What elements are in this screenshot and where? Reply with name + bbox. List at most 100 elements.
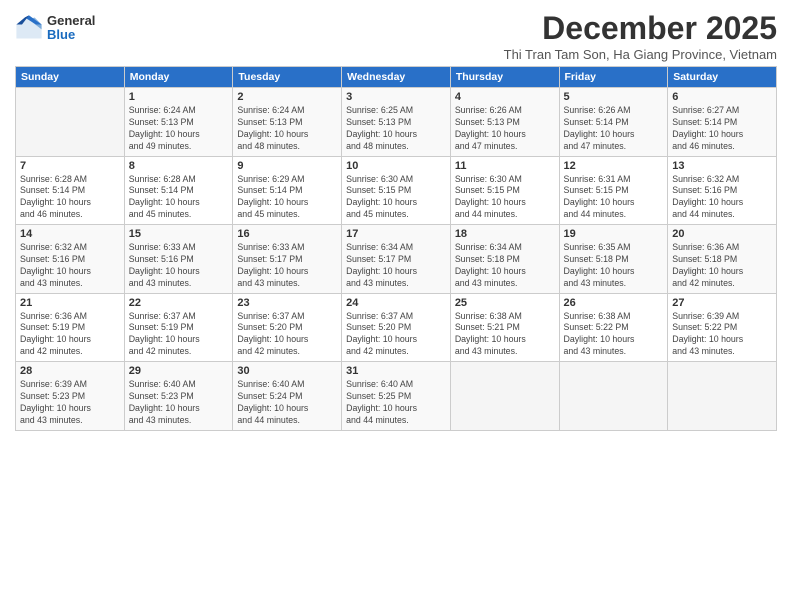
day-number: 10 — [346, 160, 446, 172]
calendar-cell: 4 Sunrise: 6:26 AMSunset: 5:13 PMDaylight… — [450, 88, 559, 157]
calendar-cell: 14 Sunrise: 6:32 AMSunset: 5:16 PMDayligh… — [16, 225, 125, 294]
calendar-header-tuesday: Tuesday — [233, 67, 342, 88]
day-info: Sunrise: 6:27 AMSunset: 5:14 PMDaylight:… — [672, 105, 772, 153]
day-info: Sunrise: 6:36 AMSunset: 5:18 PMDaylight:… — [672, 242, 772, 290]
logo-icon — [15, 14, 43, 42]
day-number: 23 — [237, 297, 337, 309]
day-number: 6 — [672, 91, 772, 103]
month-title: December 2025 — [504, 10, 777, 47]
calendar-cell: 12Sunrise: 6:31 AMSunset: 5:15 PMDayligh… — [559, 156, 668, 225]
calendar-cell: 22 Sunrise: 6:37 AMSunset: 5:19 PMDayligh… — [124, 293, 233, 362]
calendar-header-wednesday: Wednesday — [342, 67, 451, 88]
calendar-cell: 23 Sunrise: 6:37 AMSunset: 5:20 PMDayligh… — [233, 293, 342, 362]
day-number: 18 — [455, 228, 555, 240]
day-info: Sunrise: 6:33 AMSunset: 5:17 PMDaylight:… — [237, 242, 337, 290]
day-number: 26 — [564, 297, 664, 309]
calendar-cell: 20 Sunrise: 6:36 AMSunset: 5:18 PMDayligh… — [668, 225, 777, 294]
day-info: Sunrise: 6:40 AMSunset: 5:25 PMDaylight:… — [346, 379, 446, 427]
calendar-week-row: 7 Sunrise: 6:28 AMSunset: 5:14 PMDaylight… — [16, 156, 777, 225]
day-number: 29 — [129, 365, 229, 377]
day-number: 17 — [346, 228, 446, 240]
calendar-cell — [450, 362, 559, 431]
day-info: Sunrise: 6:30 AMSunset: 5:15 PMDaylight:… — [455, 174, 555, 222]
day-info: Sunrise: 6:31 AMSunset: 5:15 PMDaylight:… — [564, 174, 664, 222]
calendar-cell: 5Sunrise: 6:26 AMSunset: 5:14 PMDaylight… — [559, 88, 668, 157]
calendar-cell: 13Sunrise: 6:32 AMSunset: 5:16 PMDayligh… — [668, 156, 777, 225]
calendar-cell: 1 Sunrise: 6:24 AMSunset: 5:13 PMDaylight… — [124, 88, 233, 157]
day-number: 24 — [346, 297, 446, 309]
day-number: 1 — [129, 91, 229, 103]
calendar-cell: 16 Sunrise: 6:33 AMSunset: 5:17 PMDayligh… — [233, 225, 342, 294]
calendar-cell: 29 Sunrise: 6:40 AMSunset: 5:23 PMDayligh… — [124, 362, 233, 431]
calendar-header-sunday: Sunday — [16, 67, 125, 88]
calendar-header-friday: Friday — [559, 67, 668, 88]
day-info: Sunrise: 6:37 AMSunset: 5:20 PMDaylight:… — [237, 311, 337, 359]
day-number: 11 — [455, 160, 555, 172]
calendar-cell: 7 Sunrise: 6:28 AMSunset: 5:14 PMDaylight… — [16, 156, 125, 225]
logo-general: General — [47, 14, 95, 28]
calendar-table: SundayMondayTuesdayWednesdayThursdayFrid… — [15, 66, 777, 431]
day-info: Sunrise: 6:37 AMSunset: 5:19 PMDaylight:… — [129, 311, 229, 359]
calendar-cell: 18 Sunrise: 6:34 AMSunset: 5:18 PMDayligh… — [450, 225, 559, 294]
day-info: Sunrise: 6:26 AMSunset: 5:13 PMDaylight:… — [455, 105, 555, 153]
day-number: 30 — [237, 365, 337, 377]
calendar-week-row: 1 Sunrise: 6:24 AMSunset: 5:13 PMDaylight… — [16, 88, 777, 157]
day-number: 25 — [455, 297, 555, 309]
day-info: Sunrise: 6:40 AMSunset: 5:24 PMDaylight:… — [237, 379, 337, 427]
day-info: Sunrise: 6:28 AMSunset: 5:14 PMDaylight:… — [20, 174, 120, 222]
calendar-cell: 17 Sunrise: 6:34 AMSunset: 5:17 PMDayligh… — [342, 225, 451, 294]
day-number: 5 — [564, 91, 664, 103]
day-number: 20 — [672, 228, 772, 240]
day-info: Sunrise: 6:30 AMSunset: 5:15 PMDaylight:… — [346, 174, 446, 222]
day-number: 4 — [455, 91, 555, 103]
subtitle: Thi Tran Tam Son, Ha Giang Province, Vie… — [504, 47, 777, 62]
day-number: 7 — [20, 160, 120, 172]
day-info: Sunrise: 6:38 AMSunset: 5:22 PMDaylight:… — [564, 311, 664, 359]
day-info: Sunrise: 6:24 AMSunset: 5:13 PMDaylight:… — [129, 105, 229, 153]
title-section: December 2025 Thi Tran Tam Son, Ha Giang… — [504, 10, 777, 62]
calendar-cell: 21 Sunrise: 6:36 AMSunset: 5:19 PMDayligh… — [16, 293, 125, 362]
day-number: 14 — [20, 228, 120, 240]
calendar-cell — [559, 362, 668, 431]
day-info: Sunrise: 6:39 AMSunset: 5:22 PMDaylight:… — [672, 311, 772, 359]
calendar-cell: 19Sunrise: 6:35 AMSunset: 5:18 PMDayligh… — [559, 225, 668, 294]
day-info: Sunrise: 6:34 AMSunset: 5:18 PMDaylight:… — [455, 242, 555, 290]
calendar-cell: 28Sunrise: 6:39 AMSunset: 5:23 PMDayligh… — [16, 362, 125, 431]
calendar-cell: 25 Sunrise: 6:38 AMSunset: 5:21 PMDayligh… — [450, 293, 559, 362]
calendar-week-row: 28Sunrise: 6:39 AMSunset: 5:23 PMDayligh… — [16, 362, 777, 431]
calendar-cell: 6 Sunrise: 6:27 AMSunset: 5:14 PMDaylight… — [668, 88, 777, 157]
day-number: 31 — [346, 365, 446, 377]
logo: General Blue — [15, 14, 95, 43]
calendar-cell: 10 Sunrise: 6:30 AMSunset: 5:15 PMDayligh… — [342, 156, 451, 225]
day-info: Sunrise: 6:24 AMSunset: 5:13 PMDaylight:… — [237, 105, 337, 153]
day-info: Sunrise: 6:38 AMSunset: 5:21 PMDaylight:… — [455, 311, 555, 359]
calendar-cell: 26 Sunrise: 6:38 AMSunset: 5:22 PMDayligh… — [559, 293, 668, 362]
header: General Blue December 2025 Thi Tran Tam … — [15, 10, 777, 62]
calendar-cell: 9Sunrise: 6:29 AMSunset: 5:14 PMDaylight… — [233, 156, 342, 225]
day-info: Sunrise: 6:28 AMSunset: 5:14 PMDaylight:… — [129, 174, 229, 222]
calendar-week-row: 14 Sunrise: 6:32 AMSunset: 5:16 PMDayligh… — [16, 225, 777, 294]
calendar-header-monday: Monday — [124, 67, 233, 88]
day-number: 16 — [237, 228, 337, 240]
day-info: Sunrise: 6:36 AMSunset: 5:19 PMDaylight:… — [20, 311, 120, 359]
calendar-cell — [16, 88, 125, 157]
day-number: 21 — [20, 297, 120, 309]
day-number: 3 — [346, 91, 446, 103]
day-number: 22 — [129, 297, 229, 309]
calendar-cell — [668, 362, 777, 431]
calendar-page: General Blue December 2025 Thi Tran Tam … — [0, 0, 792, 612]
calendar-cell: 2 Sunrise: 6:24 AMSunset: 5:13 PMDaylight… — [233, 88, 342, 157]
day-info: Sunrise: 6:33 AMSunset: 5:16 PMDaylight:… — [129, 242, 229, 290]
calendar-header-saturday: Saturday — [668, 67, 777, 88]
day-info: Sunrise: 6:37 AMSunset: 5:20 PMDaylight:… — [346, 311, 446, 359]
day-info: Sunrise: 6:25 AMSunset: 5:13 PMDaylight:… — [346, 105, 446, 153]
calendar-header-thursday: Thursday — [450, 67, 559, 88]
day-number: 8 — [129, 160, 229, 172]
day-info: Sunrise: 6:34 AMSunset: 5:17 PMDaylight:… — [346, 242, 446, 290]
day-info: Sunrise: 6:40 AMSunset: 5:23 PMDaylight:… — [129, 379, 229, 427]
calendar-cell: 24 Sunrise: 6:37 AMSunset: 5:20 PMDayligh… — [342, 293, 451, 362]
day-info: Sunrise: 6:32 AMSunset: 5:16 PMDaylight:… — [20, 242, 120, 290]
day-number: 2 — [237, 91, 337, 103]
day-number: 15 — [129, 228, 229, 240]
calendar-cell: 11 Sunrise: 6:30 AMSunset: 5:15 PMDayligh… — [450, 156, 559, 225]
